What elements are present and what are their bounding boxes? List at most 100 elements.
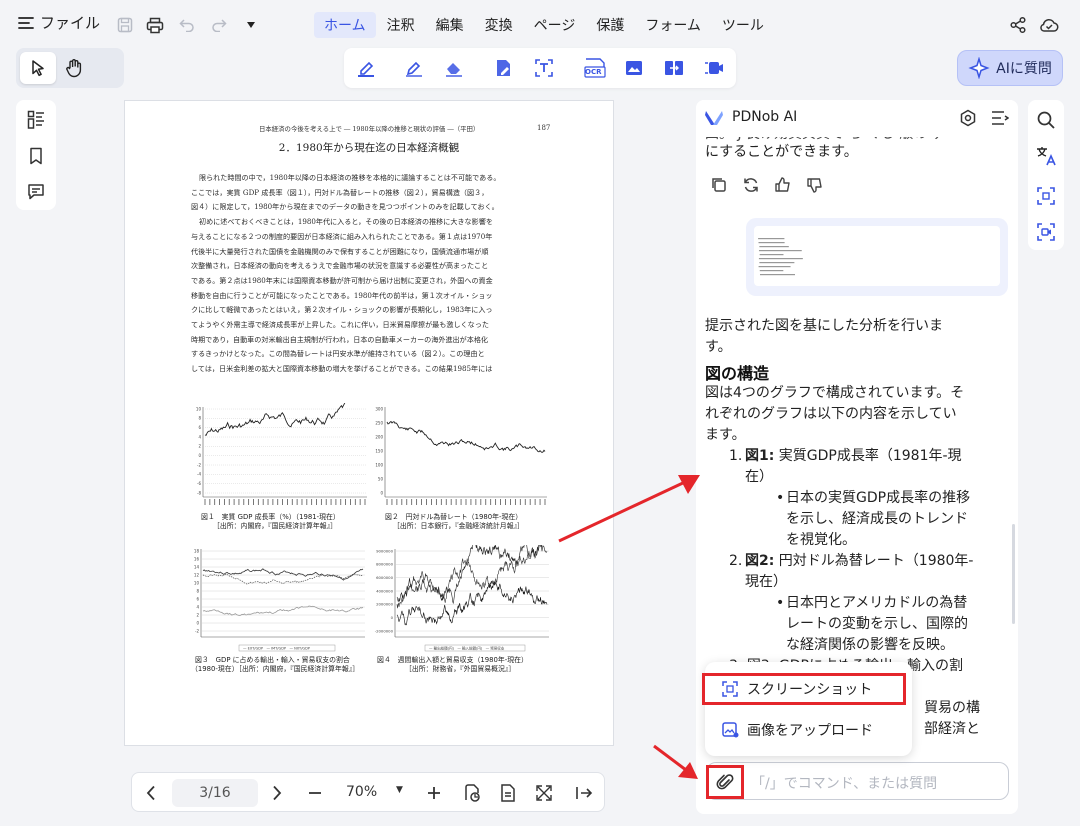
copy-button[interactable]	[710, 176, 728, 198]
figure-4-caption: 図４ 週間輸出入額と貿易収支（1980年-現在）	[377, 656, 528, 664]
ai-menu-button[interactable]	[990, 108, 1010, 128]
chevron-left-icon	[146, 785, 155, 801]
list-item-label: 図2:	[745, 553, 775, 569]
collapse-panel-button[interactable]	[573, 782, 595, 804]
zoom-in-button[interactable]	[423, 782, 445, 804]
menu-item-upload-image[interactable]: 画像をアップロード	[705, 712, 912, 748]
y-tick-label: 0	[380, 490, 383, 495]
x-tick-mark	[435, 499, 437, 505]
ai-chat-input[interactable]: 「/」でコマンド、または質問	[706, 762, 1009, 800]
figure-1-gdp-chart: 10 8 6 4 2 0 -2 -4 -6 -8	[191, 403, 371, 511]
zoom-out-button[interactable]	[304, 782, 326, 804]
underline-button[interactable]	[402, 56, 426, 80]
rotate-page-button[interactable]	[461, 782, 483, 804]
hand-tool-button[interactable]	[56, 52, 92, 84]
tab-convert[interactable]: 変換	[475, 12, 523, 38]
thumbs-up-button[interactable]	[774, 176, 792, 198]
thumbnail-scribble	[759, 274, 796, 276]
ask-ai-button[interactable]: AIに質問	[957, 50, 1063, 86]
compare-button[interactable]	[662, 56, 686, 80]
search-button[interactable]	[1034, 108, 1058, 132]
list-item-1: 図1: 実質GDP成長率（1981年-現	[745, 446, 962, 468]
cloud-button[interactable]	[1038, 14, 1060, 36]
x-tick-mark	[243, 499, 245, 505]
y-tick-label: 2000000	[376, 602, 393, 607]
share-button[interactable]	[1007, 14, 1029, 36]
ai-chat-input-placeholder: 「/」でコマンド、または質問	[751, 776, 938, 792]
attach-button[interactable]	[706, 765, 744, 799]
x-tick-mark	[470, 499, 472, 505]
previous-page-button[interactable]	[140, 782, 162, 804]
bookmarks-button[interactable]	[25, 145, 47, 167]
ai-screenshot-button[interactable]	[1034, 184, 1058, 208]
x-tick-mark	[401, 499, 403, 505]
x-tick-mark	[204, 499, 206, 505]
x-tick-mark	[406, 499, 408, 505]
x-tick-mark	[431, 499, 432, 505]
scan-text-icon	[535, 59, 553, 77]
tab-protect[interactable]: 保護	[586, 12, 634, 38]
ocr-button[interactable]: OCR	[582, 56, 608, 80]
y-tick-label: -6	[197, 481, 201, 486]
tab-form[interactable]: フォーム	[635, 12, 711, 38]
tab-page[interactable]: ページ	[524, 12, 586, 38]
redo-button[interactable]	[208, 14, 230, 36]
thumbs-down-icon	[807, 178, 822, 193]
undo-button[interactable]	[176, 14, 198, 36]
chevron-right-icon	[273, 785, 282, 801]
running-head: 日本経済の今後を考える上で ― 1980年以降の推移と現状の評価 ―（平田）	[259, 125, 480, 133]
body-line: クに比して軽微であったとはいえ，第２次オイル・ショックの影響が長期化し，1983…	[191, 305, 493, 315]
highlight-button[interactable]	[354, 56, 378, 80]
fit-page-button[interactable]	[533, 782, 555, 804]
record-screen-icon	[1037, 223, 1055, 241]
document-icon	[501, 784, 515, 802]
figure-1-source: ［出所：内閣府，『国民経済計算年報』］	[213, 522, 338, 530]
image-button[interactable]	[622, 56, 646, 80]
text-recognition-button[interactable]	[532, 56, 556, 80]
tab-edit[interactable]: 編集	[426, 12, 474, 38]
zoom-dropdown-icon[interactable]: ▼	[396, 785, 403, 795]
select-tool-button[interactable]	[20, 52, 56, 84]
regenerate-button[interactable]	[742, 176, 760, 198]
save-button[interactable]	[114, 14, 136, 36]
x-tick-mark	[485, 499, 487, 505]
quick-access-dropdown[interactable]	[240, 14, 262, 36]
translate-icon	[1037, 147, 1056, 166]
y-tick-label: 4000000	[376, 588, 393, 593]
y-tick-label: 16	[194, 556, 200, 561]
page-number-input[interactable]: 3/16	[172, 779, 258, 807]
tab-annotate[interactable]: 注釈	[377, 12, 425, 38]
x-tick-mark	[440, 499, 442, 505]
comments-button[interactable]	[25, 181, 47, 203]
zoom-level[interactable]: 70%	[346, 784, 377, 800]
edit-text-button[interactable]	[492, 56, 516, 80]
thumbs-down-button[interactable]	[806, 176, 824, 198]
eraser-button[interactable]	[442, 56, 466, 80]
print-button[interactable]	[144, 14, 166, 36]
page-mode-button[interactable]	[497, 782, 519, 804]
x-tick-mark	[209, 499, 211, 505]
translate-button[interactable]	[1034, 144, 1058, 168]
body-line: である。第２点は1980年末には国際資本移動が許可制から届け出制に変更され，外国…	[191, 275, 493, 285]
ocr-label: OCR	[585, 68, 602, 76]
file-menu[interactable]: ファイル	[18, 12, 100, 33]
y-tick-label: 8	[196, 588, 199, 593]
body-line: 時期であり，自動車の対米輸出自主規制が行われ，日本の自動車メーカーの海外進出が本…	[191, 334, 489, 344]
tab-home[interactable]: ホーム	[314, 12, 376, 38]
document-viewer[interactable]: 日本経済の今後を考える上で ― 1980年以降の推移と現状の評価 ―（平田） 1…	[124, 100, 614, 746]
figure-2-exchange-rate-chart: 300 250 200 150 100 50 0	[373, 403, 549, 511]
uploaded-image-card[interactable]	[746, 218, 1008, 296]
thumbnails-button[interactable]	[25, 109, 47, 131]
tab-tools[interactable]: ツール	[712, 12, 774, 38]
ai-settings-button[interactable]	[958, 108, 978, 128]
highlighter-icon	[358, 61, 374, 77]
x-tick-mark	[214, 499, 216, 505]
record-button[interactable]	[702, 56, 726, 80]
list-item-text: 在）	[745, 469, 773, 485]
figure-3-caption: 図３ GDP に占める輸出・輸入・貿易収支の割合	[195, 656, 350, 664]
video-icon	[705, 62, 723, 74]
screen-record-button[interactable]	[1034, 220, 1058, 244]
upload-image-icon	[722, 722, 739, 738]
next-page-button[interactable]	[266, 782, 288, 804]
ai-panel-scrollbar[interactable]	[1012, 524, 1015, 624]
